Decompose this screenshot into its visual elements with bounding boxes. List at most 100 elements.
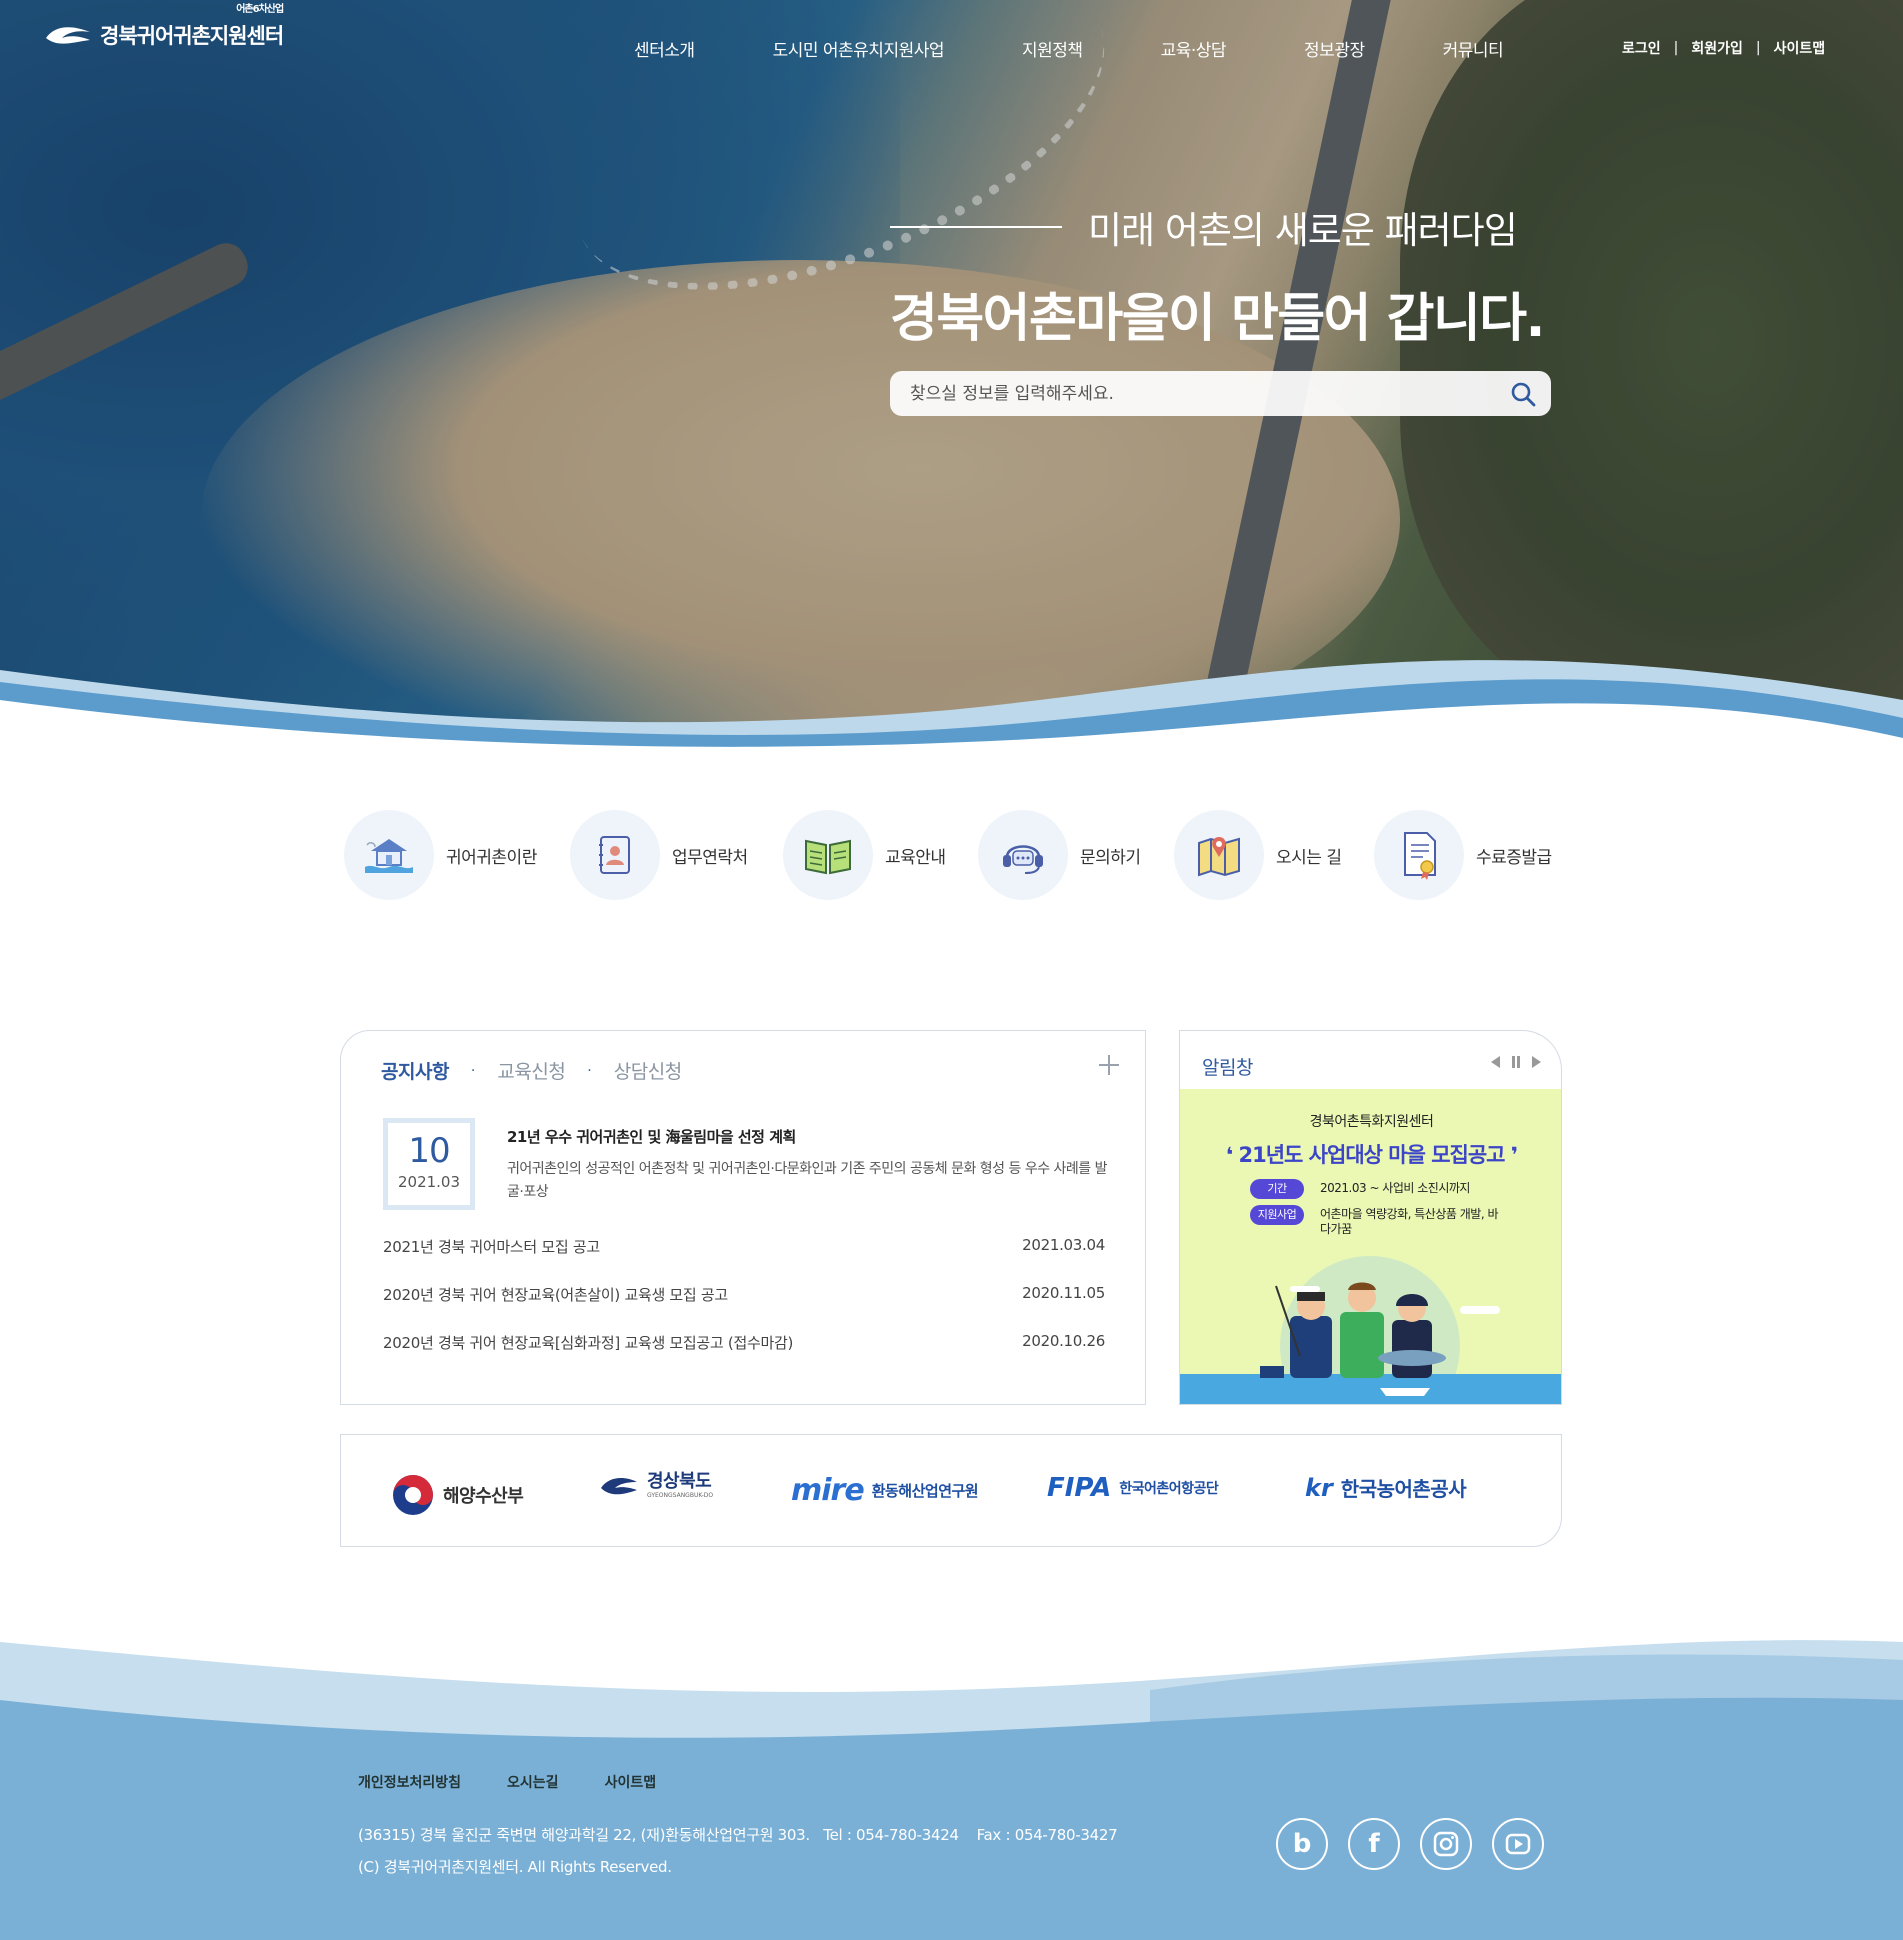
tab-education-apply[interactable]: 교육신청 — [497, 1057, 565, 1084]
featured-title[interactable]: 21년 우수 귀어귀촌인 및 海울림마을 선정 계획 — [507, 1126, 796, 1147]
facebook-glyph: f — [1368, 1829, 1380, 1859]
popup-header: 알림창 — [1180, 1031, 1561, 1089]
partner-logos: 해양수산부 경상북도 GYEONGSANGBUK-DO mire 환동해산업연구… — [340, 1434, 1562, 1547]
footer-links: 개인정보처리방침 오시는길 사이트맵 — [358, 1772, 656, 1792]
hero-subtitle-row: 미래 어촌의 새로운 패러다임 — [890, 200, 1544, 254]
tab-separator: · — [470, 1062, 476, 1079]
popup-row-value: 2021.03 ~ 사업비 소진시까지 — [1320, 1181, 1470, 1195]
hero-title: 경북어촌마을이 만들어 갑니다. — [890, 289, 1545, 349]
popup-headline-text: 21년도 사업대상 마을 모집공고 — [1238, 1143, 1506, 1167]
popup-zone: 알림창 경북어촌특화지원센터 ❛ 21년도 사업대상 마을 모집공고 ❜ 기간 … — [1179, 1030, 1562, 1405]
hero-wave — [0, 660, 1903, 760]
facebook-icon[interactable]: f — [1348, 1818, 1400, 1870]
notice-tabs: 공지사항 · 교육신청 · 상담신청 — [381, 1057, 682, 1084]
partner-fipa[interactable]: FIPA 한국어촌어항공단 — [1047, 1473, 1219, 1503]
popup-row-label: 기간 — [1250, 1179, 1304, 1199]
list-item-date: 2020.11.05 — [1022, 1284, 1105, 1302]
footer-sitemap-link[interactable]: 사이트맵 — [605, 1772, 657, 1792]
popup-banner[interactable]: 경북어촌특화지원센터 ❛ 21년도 사업대상 마을 모집공고 ❜ 기간 2021… — [1180, 1089, 1561, 1404]
partner-mof[interactable]: 해양수산부 — [391, 1473, 524, 1517]
tab-notice[interactable]: 공지사항 — [381, 1057, 449, 1084]
hero-divider — [890, 226, 1062, 228]
hero-copy: 미래 어촌의 새로운 패러다임 경북어촌마을이 만들어 갑니다. — [890, 200, 1545, 351]
fipa-logo-mark: FIPA — [1047, 1473, 1112, 1503]
partner-krc[interactable]: kr 한국농어촌공사 — [1305, 1473, 1467, 1502]
nav-education[interactable]: 교육·상담 — [1161, 36, 1227, 61]
youtube-icon[interactable] — [1492, 1818, 1544, 1870]
blog-glyph: b — [1292, 1829, 1312, 1859]
list-item-title[interactable]: 2021년 경북 귀어마스터 모집 공고 — [383, 1236, 600, 1284]
partner-mire[interactable]: mire 환동해산업연구원 — [791, 1473, 979, 1508]
quick-label: 수료증발급 — [1476, 847, 1552, 868]
blog-icon[interactable]: b — [1276, 1818, 1328, 1870]
search-bar — [890, 371, 1551, 416]
popup-headline: ❛ 21년도 사업대상 마을 모집공고 ❜ — [1180, 1139, 1561, 1169]
fishermen-illustration — [1180, 1256, 1561, 1404]
quick-item-certificate[interactable]: 수료증발급 — [1374, 810, 1552, 900]
search-icon[interactable] — [1509, 380, 1537, 408]
taegeuk-icon — [393, 1475, 433, 1515]
list-item[interactable]: 2020년 경북 귀어 현장교육(어촌살이) 교육생 모집 공고 2020.11… — [383, 1284, 1105, 1332]
quick-item-education[interactable]: 교육안내 — [783, 810, 946, 900]
next-arrow-icon[interactable] — [1532, 1056, 1541, 1068]
partner-name: 경상북도 — [647, 1471, 712, 1492]
popup-title: 알림창 — [1202, 1057, 1253, 1079]
partner-gyeongbuk[interactable]: 경상북도 GYEONGSANGBUK-DO — [599, 1473, 713, 1499]
date-day: 10 — [408, 1131, 450, 1171]
map-pin-icon — [1174, 810, 1264, 900]
directions-link[interactable]: 오시는길 — [507, 1772, 559, 1792]
gyeongbuk-wave-icon — [601, 1478, 637, 1495]
privacy-policy-link[interactable]: 개인정보처리방침 — [358, 1772, 461, 1792]
quote-close-icon: ❜ — [1510, 1143, 1518, 1167]
site-header: 어촌6차산업 경북귀어귀촌지원센터 센터소개 도시민 어촌유치지원사업 지원정책… — [0, 0, 1903, 100]
partner-name: 해양수산부 — [443, 1486, 524, 1507]
pause-icon[interactable] — [1512, 1056, 1520, 1068]
search-input[interactable] — [890, 371, 1480, 416]
nav-info-plaza[interactable]: 정보광장 — [1304, 36, 1365, 61]
quick-item-contacts[interactable]: 업무연락처 — [570, 810, 748, 900]
logo-text: 경북귀어귀촌지원센터 — [100, 24, 284, 48]
list-item[interactable]: 2021년 경북 귀어마스터 모집 공고 2021.03.04 — [383, 1236, 1105, 1284]
util-separator: | — [1673, 40, 1679, 56]
date-month: 2021.03 — [397, 1173, 461, 1191]
login-link[interactable]: 로그인 — [1622, 38, 1661, 58]
list-item-date: 2020.10.26 — [1022, 1332, 1105, 1350]
notice-board: 공지사항 · 교육신청 · 상담신청 10 2021.03 21년 우수 귀어귀… — [340, 1030, 1146, 1405]
date-badge: 10 2021.03 — [383, 1118, 475, 1210]
utility-links: 로그인 | 회원가입 | 사이트맵 — [1622, 38, 1825, 58]
certificate-icon — [1374, 810, 1464, 900]
popup-row-label: 지원사업 — [1250, 1205, 1304, 1225]
more-plus-icon[interactable] — [1097, 1053, 1121, 1077]
list-item-title[interactable]: 2020년 경북 귀어 현장교육[심화과정] 교육생 모집공고 (접수마감) — [383, 1332, 793, 1380]
quick-label: 문의하기 — [1080, 847, 1141, 868]
partner-name: 환동해산업연구원 — [871, 1482, 979, 1500]
quick-item-inquiry[interactable]: 문의하기 — [978, 810, 1141, 900]
join-link[interactable]: 회원가입 — [1691, 38, 1743, 58]
nav-support-policy[interactable]: 지원정책 — [1022, 36, 1083, 61]
quick-item-directions[interactable]: 오시는 길 — [1174, 810, 1342, 900]
tab-consult-apply[interactable]: 상담신청 — [614, 1057, 682, 1084]
site-logo[interactable]: 어촌6차산업 경북귀어귀촌지원센터 — [44, 4, 284, 50]
krc-logo-mark: kr — [1305, 1473, 1333, 1502]
footer-address: (36315) 경북 울진군 죽변면 해양과학길 22, (재)환동해산업연구원… — [358, 1826, 1118, 1844]
nav-community[interactable]: 커뮤니티 — [1443, 36, 1504, 61]
popup-org: 경북어촌특화지원센터 — [1309, 1114, 1434, 1130]
featured-desc: 귀어귀촌인의 성공적인 어촌정착 및 귀어귀촌인·다문화인과 기존 주민의 공동… — [507, 1161, 1108, 1200]
quick-item-about[interactable]: 귀어귀촌이란 — [344, 810, 537, 900]
prev-arrow-icon[interactable] — [1491, 1056, 1500, 1068]
list-item-title[interactable]: 2020년 경북 귀어 현장교육(어촌살이) 교육생 모집 공고 — [383, 1284, 728, 1332]
util-separator: | — [1755, 40, 1761, 56]
list-item[interactable]: 2020년 경북 귀어 현장교육[심화과정] 교육생 모집공고 (접수마감) 2… — [383, 1332, 1105, 1380]
partner-name: 한국농어촌공사 — [1340, 1477, 1467, 1501]
sitemap-link[interactable]: 사이트맵 — [1774, 38, 1826, 58]
house-on-water-icon — [344, 810, 434, 900]
nav-attraction-program[interactable]: 도시민 어촌유치지원사업 — [773, 36, 945, 61]
nav-center-intro[interactable]: 센터소개 — [634, 36, 695, 61]
logo-tagline: 어촌6차산업 — [236, 4, 284, 15]
notice-list: 2021년 경북 귀어마스터 모집 공고 2021.03.04 2020년 경북… — [383, 1236, 1105, 1380]
quick-label: 오시는 길 — [1276, 847, 1342, 868]
instagram-icon[interactable] — [1420, 1818, 1472, 1870]
popup-row: 기간 2021.03 ~ 사업비 소진시까지 — [1250, 1179, 1561, 1199]
headset-chat-icon — [978, 810, 1068, 900]
quick-label: 업무연락처 — [672, 847, 748, 868]
